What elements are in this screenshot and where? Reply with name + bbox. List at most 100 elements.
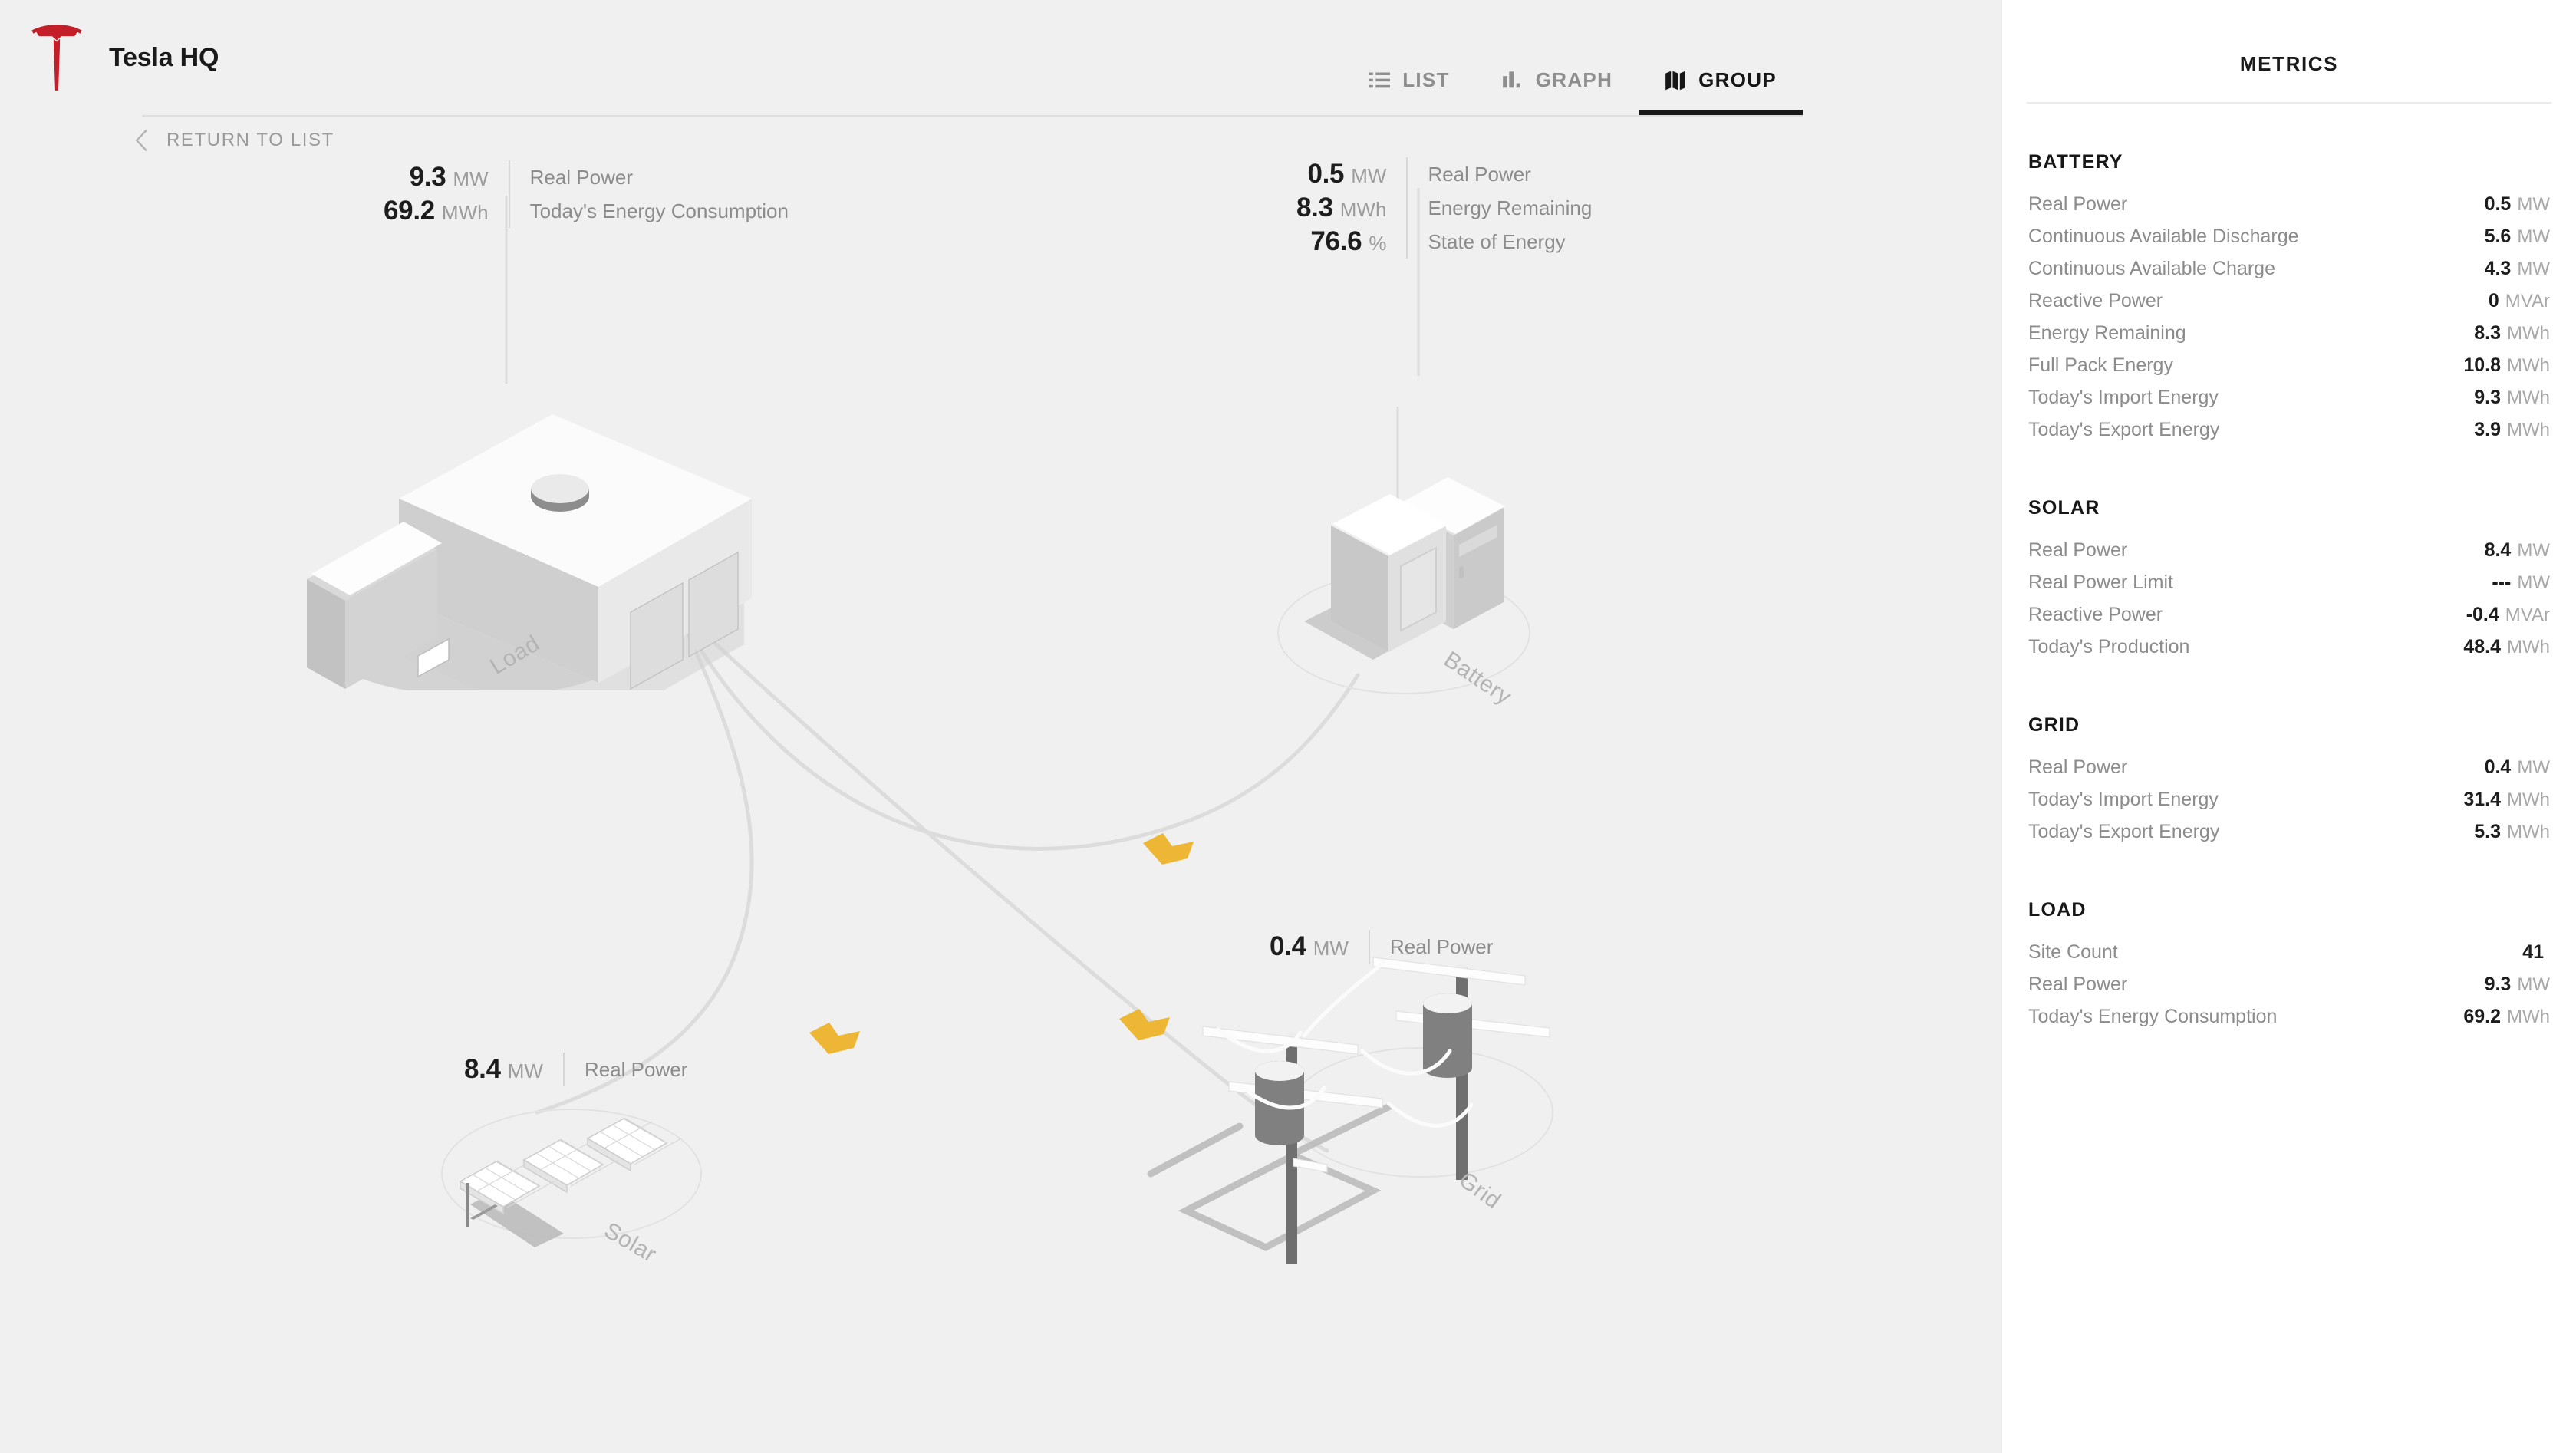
metric-number: 8.3 [2474, 322, 2501, 344]
metric-value: 41 [2522, 941, 2550, 964]
metric-label: Real Power [2028, 974, 2128, 995]
metric-unit: MWh [2507, 1007, 2550, 1027]
battery-value-0: 0.5 [1307, 159, 1345, 189]
return-to-list-button[interactable]: RETURN TO LIST [134, 114, 334, 152]
metric-label: Today's Import Energy [2028, 789, 2219, 810]
metric-label: Reactive Power [2028, 604, 2163, 625]
battery-readout-names: Real Power Energy Remaining State of Ene… [1408, 157, 1592, 259]
metrics-section-solar: SOLAR Real Power 8.4 MW Real Power Limit --… [2028, 497, 2550, 668]
metric-unit: MW [2517, 540, 2550, 561]
metric-unit: MVAr [2505, 291, 2550, 311]
metric-row: Full Pack Energy 10.8 MWh [2028, 354, 2550, 387]
metric-row: Today's Import Energy 9.3 MWh [2028, 387, 2550, 419]
metric-unit: MW [2517, 259, 2550, 279]
metric-value: 8.4 MW [2485, 539, 2550, 562]
brand: Tesla HQ [0, 25, 219, 91]
metric-row: Reactive Power 0 MVAr [2028, 290, 2550, 322]
load-readout: 9.3 MW 69.2 MWh Real Power Today's Energy … [384, 160, 789, 228]
metric-row: Real Power Limit --- MW [2028, 572, 2550, 604]
metric-unit: MWh [2507, 822, 2550, 842]
group-map-icon [1665, 71, 1685, 90]
metric-value: 10.8 MWh [2463, 354, 2550, 377]
battery-cabinet-icon [1304, 477, 1505, 660]
metric-number: 5.3 [2474, 821, 2501, 842]
metric-value: 9.3 MWh [2474, 387, 2550, 409]
metric-value: 0 MVAr [2489, 290, 2550, 312]
metric-row: Real Power 9.3 MW [2028, 974, 2550, 1006]
tab-group[interactable]: GROUP [1639, 68, 1803, 115]
battery-name-2: State of Energy [1428, 230, 1566, 253]
energy-flow-diagram: 9.3 MW 69.2 MWh Real Power Today's Energy … [0, 153, 2001, 1304]
load-value-0: 9.3 [409, 162, 446, 192]
tab-graph-label: GRAPH [1535, 68, 1613, 91]
metric-row: Reactive Power -0.4 MVAr [2028, 604, 2550, 636]
solar-readout: 8.4 MW Real Power [464, 1053, 687, 1086]
metrics-panel: METRICS BATTERY Real Power 0.5 MW Continuo… [2001, 0, 2576, 1453]
flow-marker-solar [809, 1023, 860, 1054]
load-node[interactable] [299, 407, 790, 736]
tab-group-label: GROUP [1698, 68, 1777, 91]
metric-unit: MWh [2507, 637, 2550, 657]
metric-label: Site Count [2028, 941, 2118, 963]
tab-list[interactable]: LIST [1342, 68, 1476, 115]
metric-value: 5.6 MW [2485, 226, 2550, 248]
metric-row: Real Power 0.5 MW [2028, 193, 2550, 226]
flow-marker-battery [1143, 833, 1194, 865]
metric-value: 8.3 MWh [2474, 322, 2550, 344]
metric-value: -0.4 MVAr [2466, 604, 2550, 626]
load-building-icon [307, 414, 752, 736]
grid-node[interactable] [1143, 944, 1573, 1273]
main-canvas-area: Tesla HQ LIST GRAPH GROUP RETURN TO LIST… [0, 0, 2001, 1453]
battery-value-2: 76.6 [1310, 226, 1362, 256]
metric-unit: MVAr [2505, 605, 2550, 625]
battery-node[interactable] [1289, 468, 1534, 698]
metrics-section-grid: GRID Real Power 0.4 MW Today's Import Ener… [2028, 714, 2550, 853]
tab-graph[interactable]: GRAPH [1476, 68, 1639, 115]
metric-value: 0.4 MW [2485, 756, 2550, 779]
metric-row: Today's Import Energy 31.4 MWh [2028, 789, 2550, 821]
bar-chart-icon [1502, 71, 1520, 87]
metric-value: 9.3 MW [2485, 974, 2550, 996]
metric-row: Real Power 8.4 MW [2028, 539, 2550, 572]
metric-number: 10.8 [2463, 354, 2501, 376]
metrics-section-load: LOAD Site Count 41 Real Power 9.3 MW Today'… [2028, 899, 2550, 1038]
metric-value: --- MW [2492, 572, 2550, 594]
metric-row: Today's Production 48.4 MWh [2028, 636, 2550, 668]
energy-group-view: Tesla HQ LIST GRAPH GROUP RETURN TO LIST… [0, 0, 2576, 1453]
metric-number: 8.4 [2484, 539, 2512, 561]
metric-label: Today's Export Energy [2028, 821, 2220, 842]
metric-number: --- [2492, 572, 2512, 593]
metric-unit: MW [2517, 974, 2550, 995]
metrics-panel-title: METRICS [2239, 52, 2339, 75]
battery-readout-values: 0.5 MW 8.3 MWh 76.6% [1296, 157, 1406, 259]
battery-name-1: Energy Remaining [1428, 196, 1593, 219]
section-heading-solar: SOLAR [2028, 497, 2100, 519]
top-bar: Tesla HQ LIST GRAPH GROUP [0, 0, 2001, 115]
metric-label: Today's Export Energy [2028, 419, 2220, 440]
load-unit-0: MW [453, 167, 489, 190]
metric-number: 48.4 [2463, 636, 2501, 657]
solar-unit-0: MW [507, 1059, 543, 1082]
metric-label: Today's Import Energy [2028, 387, 2219, 408]
section-heading-battery: BATTERY [2028, 151, 2123, 173]
metric-number: 31.4 [2463, 789, 2501, 810]
metric-value: 48.4 MWh [2463, 636, 2550, 658]
flow-markers [809, 833, 1194, 1054]
solar-readout-values: 8.4 MW [464, 1053, 563, 1086]
metric-value: 0.5 MW [2485, 193, 2550, 216]
connection-wires [505, 188, 1420, 1153]
load-name-0: Real Power [529, 166, 633, 189]
solar-node[interactable] [449, 1097, 702, 1250]
metric-value: 3.9 MWh [2474, 419, 2550, 441]
metric-unit: MWh [2507, 789, 2550, 810]
metric-label: Today's Production [2028, 636, 2190, 657]
view-tabs: LIST GRAPH GROUP [1342, 0, 1803, 115]
metric-number: 9.3 [2474, 387, 2501, 408]
metric-unit: MWh [2507, 387, 2550, 408]
metric-label: Continuous Available Discharge [2028, 226, 2299, 247]
metric-unit: MWh [2507, 420, 2550, 440]
metric-row: Today's Export Energy 5.3 MWh [2028, 821, 2550, 853]
solar-value-0: 8.4 [464, 1054, 501, 1084]
metrics-list: BATTERY Real Power 0.5 MW Continuous Avail… [2002, 151, 2576, 1038]
battery-unit-2: % [1369, 232, 1387, 255]
